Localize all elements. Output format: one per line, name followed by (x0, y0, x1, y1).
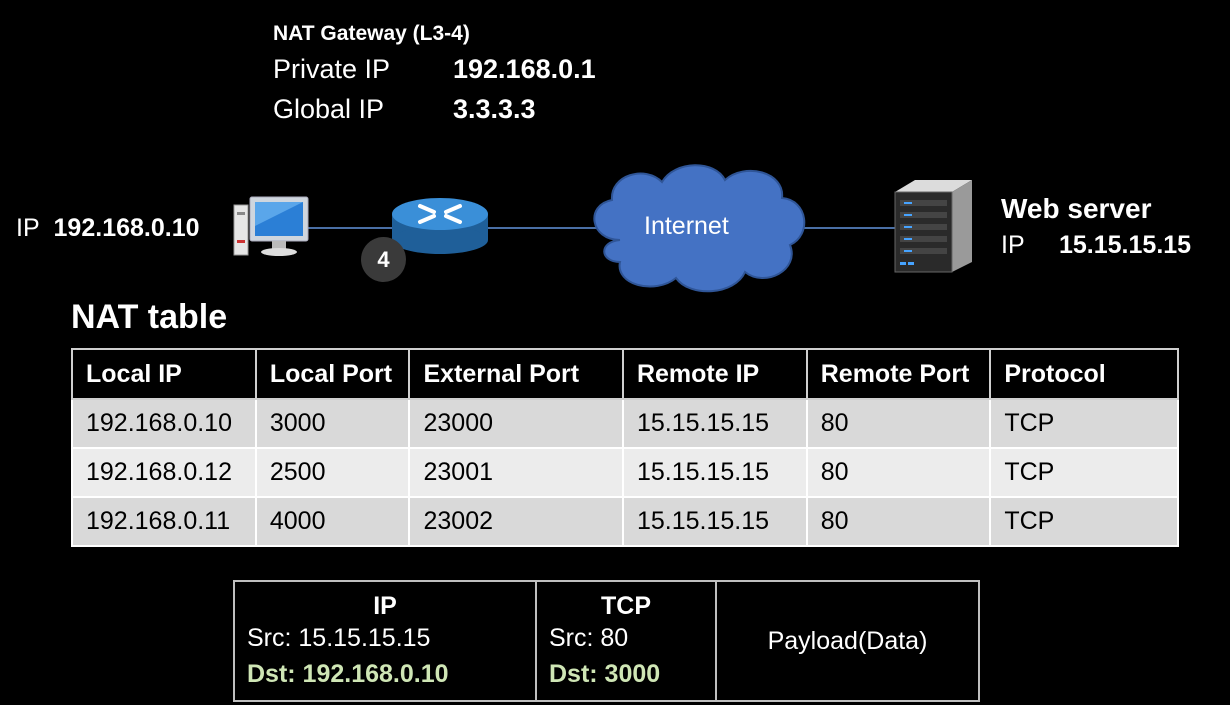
router-icon (392, 198, 488, 254)
table-cell: 4000 (254, 497, 411, 547)
packet-ip-header: IP Src: 15.15.15.15 Dst: 192.168.0.10 (235, 582, 537, 700)
packet-tcp-title: TCP (601, 592, 651, 620)
table-cell: TCP (989, 497, 1179, 547)
table-cell: 23000 (408, 399, 624, 449)
table-cell: 15.15.15.15 (621, 399, 808, 449)
table-cell: 80 (805, 399, 992, 449)
column-header: External Port (408, 348, 624, 400)
table-cell: 23002 (408, 497, 624, 547)
packet: IP Src: 15.15.15.15 Dst: 192.168.0.10 TC… (233, 580, 980, 702)
step-badge: 4 (361, 237, 406, 282)
network-diagram (233, 164, 972, 293)
table-cell: 15.15.15.15 (621, 497, 808, 547)
packet-tcp-dst: Dst: 3000 (549, 660, 661, 688)
nat-table: Local IP Local Port External Port Remote… (71, 348, 1179, 547)
column-header: Protocol (989, 348, 1179, 400)
table-cell: 80 (805, 497, 992, 547)
packet-payload-label: Payload(Data) (767, 626, 928, 655)
column-header: Remote IP (621, 348, 808, 400)
webserver-title: Web server (1001, 193, 1152, 224)
table-cell: 3000 (254, 399, 411, 449)
packet-tcp-src: Src: 80 (549, 624, 629, 652)
packet-ip-dst: Dst: 192.168.0.10 (247, 660, 449, 688)
packet-ip-src: Src: 15.15.15.15 (247, 624, 431, 652)
column-header: Local Port (254, 348, 411, 400)
nat-table-header-row: Local IP Local Port External Port Remote… (71, 348, 1179, 400)
nat-table-title: NAT table (71, 298, 228, 336)
column-header: Remote Port (805, 348, 992, 400)
web-server-icon (894, 180, 972, 273)
internet-label: Internet (644, 212, 729, 240)
packet-tcp-header: TCP Src: 80 Dst: 3000 (537, 582, 717, 700)
webserver-ip-label: IP (1001, 231, 1025, 259)
table-cell: 2500 (254, 448, 411, 498)
table-cell: TCP (989, 448, 1179, 498)
table-cell: TCP (989, 399, 1179, 449)
table-cell: 192.168.0.11 (71, 497, 257, 547)
webserver-ip-value: 15.15.15.15 (1059, 231, 1192, 259)
table-row: 192.168.0.12 2500 23001 15.15.15.15 80 T… (71, 448, 1179, 498)
table-row: 192.168.0.10 3000 23000 15.15.15.15 80 T… (71, 399, 1179, 449)
table-cell: 80 (805, 448, 992, 498)
column-header: Local IP (71, 348, 257, 400)
table-cell: 192.168.0.12 (71, 448, 257, 498)
table-cell: 23001 (408, 448, 624, 498)
packet-ip-title: IP (373, 592, 397, 620)
table-row: 192.168.0.11 4000 23002 15.15.15.15 80 T… (71, 497, 1179, 547)
packet-payload: Payload(Data) (717, 582, 978, 700)
desktop-computer-icon (233, 196, 309, 256)
table-cell: 15.15.15.15 (621, 448, 808, 498)
table-cell: 192.168.0.10 (71, 399, 257, 449)
